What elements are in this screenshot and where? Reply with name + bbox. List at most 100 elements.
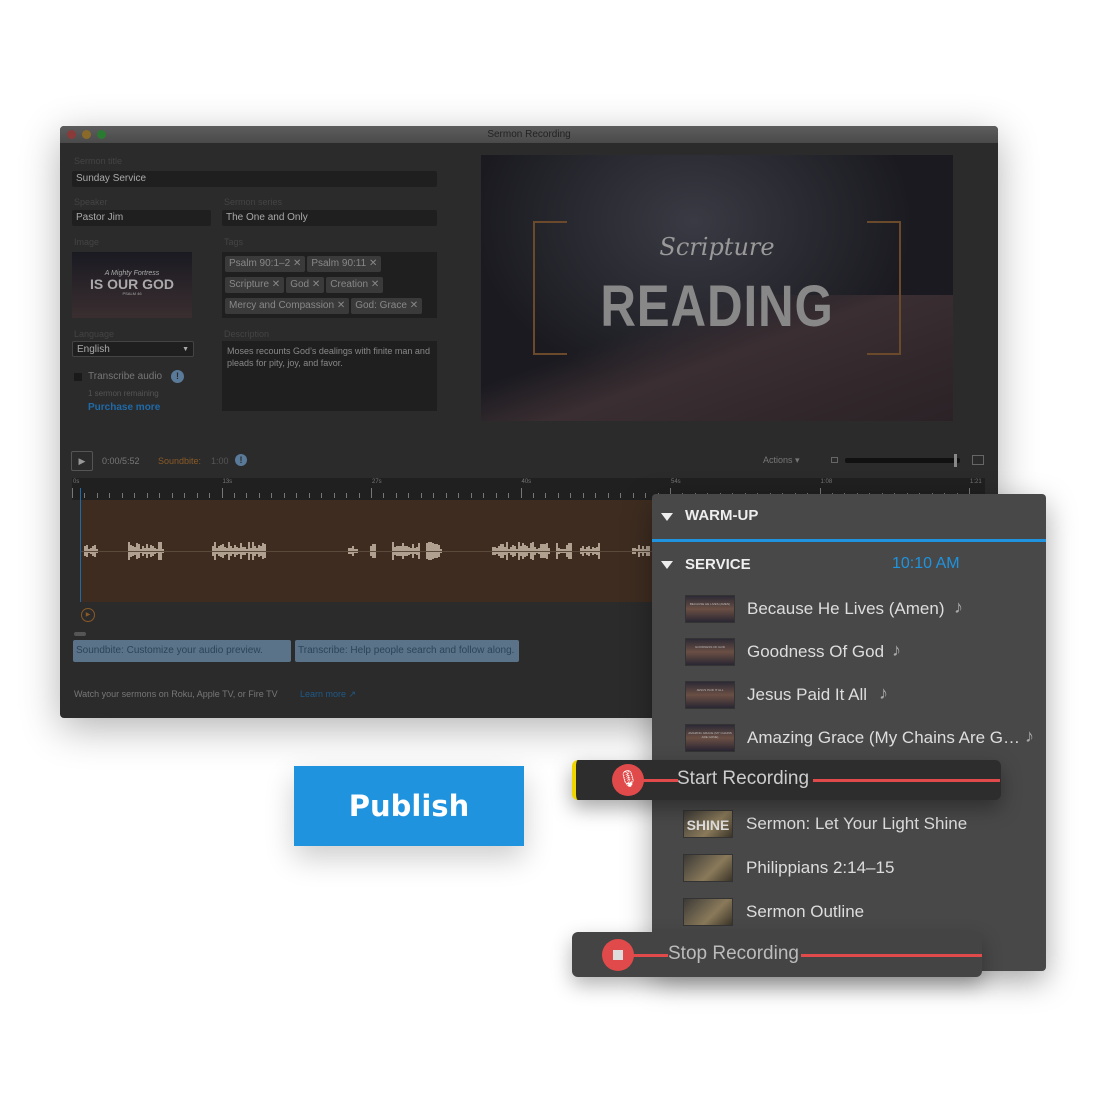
service-header[interactable]: SERVICE	[685, 556, 751, 573]
description-textarea[interactable]: Moses recounts God’s dealings with finit…	[222, 341, 437, 411]
minimize-button[interactable]	[82, 130, 91, 139]
tick-label: 1:08	[820, 479, 833, 485]
tick-mark	[196, 493, 198, 498]
tick-mark	[532, 493, 534, 498]
zoom-in-icon[interactable]	[972, 455, 984, 465]
remove-tag-icon[interactable]: ✕	[369, 258, 377, 269]
tick-mark	[72, 488, 73, 498]
info-icon[interactable]: !	[235, 454, 247, 466]
tick-mark	[495, 493, 497, 498]
tick-label: 13s	[222, 479, 233, 485]
plan-item[interactable]: Philippians 2:14–15	[652, 854, 1046, 884]
speaker-input[interactable]: Pastor Jim	[72, 210, 211, 226]
sermon-title-input[interactable]: Sunday Service	[72, 171, 437, 187]
start-recording-marker[interactable]: 🎙 Start Recording	[572, 760, 1001, 800]
tick-mark	[271, 493, 273, 498]
soundbite-label: Soundbite:	[158, 456, 202, 466]
tick-mark	[420, 493, 422, 498]
purchase-more-link[interactable]: Purchase more	[88, 402, 160, 413]
tag-label: Scripture	[229, 279, 270, 290]
tick-mark	[483, 493, 485, 498]
tick-mark	[582, 493, 584, 498]
actions-menu[interactable]: Actions ▾	[763, 455, 800, 466]
plan-item[interactable]: GOODNESS OF GOD Goodness Of God ♪	[652, 638, 1046, 668]
marker-line	[632, 954, 668, 957]
tick-mark	[246, 493, 248, 498]
external-link-icon: ↗	[348, 689, 357, 699]
remove-tag-icon[interactable]: ✕	[410, 300, 418, 311]
service-plan-panel: WARM-UP SERVICE 10:10 AM BECAUSE HE LIVE…	[652, 494, 1046, 971]
tick-label: 1:21	[970, 479, 982, 485]
tick-mark	[308, 493, 310, 498]
tick-mark	[632, 493, 634, 498]
item-title: Sermon: Let Your Light Shine	[746, 814, 968, 833]
tick-mark	[371, 488, 372, 498]
item-thumbnail: GOODNESS OF GOD	[685, 638, 735, 666]
stop-recording-marker[interactable]: Stop Recording	[572, 932, 982, 977]
remove-tag-icon[interactable]: ✕	[371, 279, 379, 290]
item-title: Sermon Outline	[746, 902, 865, 921]
tick-mark	[395, 493, 397, 498]
remove-tag-icon[interactable]: ✕	[312, 279, 320, 290]
remove-tag-icon[interactable]: ✕	[293, 258, 301, 269]
tick-mark	[233, 493, 235, 498]
remaining-text: 1 sermon remaining	[88, 389, 159, 398]
language-select[interactable]: English ▼	[72, 341, 194, 357]
collapse-triangle-icon[interactable]	[661, 561, 673, 569]
tick-mark	[645, 493, 647, 498]
tick-mark	[109, 493, 111, 498]
preview-image: Scripture READING	[481, 155, 953, 421]
microphone-icon[interactable]: 🎙	[612, 764, 644, 796]
warmup-header[interactable]: WARM-UP	[685, 507, 758, 524]
stop-icon[interactable]	[602, 939, 634, 971]
play-button[interactable]: ▶	[71, 451, 93, 471]
music-note-icon: ♪	[879, 683, 888, 703]
tick-mark	[470, 493, 472, 498]
plan-item[interactable]: JESUS PAID IT ALL Jesus Paid It All ♪	[652, 681, 1046, 711]
tick-mark	[121, 493, 123, 498]
description-label: Description	[224, 329, 270, 339]
zoom-out-icon[interactable]	[831, 457, 838, 463]
tag-label: God: Grace	[355, 300, 407, 311]
tick-mark	[333, 493, 335, 498]
playhead[interactable]	[80, 488, 81, 602]
chevron-down-icon: ▼	[182, 346, 189, 353]
plan-item[interactable]: BECAUSE HE LIVES (AMEN) Because He Lives …	[652, 595, 1046, 625]
marker-line	[801, 954, 982, 957]
preview-script: Scripture	[659, 233, 775, 261]
plan-item[interactable]: AMAZING GRACE (MY CHAINS ARE GONE) Amazin…	[652, 724, 1046, 754]
maximize-button[interactable]	[97, 130, 106, 139]
remove-tag-icon[interactable]: ✕	[337, 300, 345, 311]
handle	[74, 632, 86, 636]
tick-mark	[258, 493, 260, 498]
title-bar: Sermon Recording	[60, 126, 998, 143]
info-icon[interactable]: !	[171, 370, 184, 383]
tags-field[interactable]: Psalm 90:1–2 ✕ Psalm 90:11 ✕Scripture ✕ Go…	[222, 252, 437, 318]
transcribe-checkbox[interactable]	[74, 373, 82, 381]
learn-more-link[interactable]: Learn more ↗	[300, 689, 356, 700]
footer-text: Watch your sermons on Roku, Apple TV, or…	[74, 689, 278, 699]
tag-chip: Mercy and Compassion ✕	[225, 298, 350, 314]
sermon-image[interactable]: A Mighty Fortress IS OUR GOD PSALM 46	[72, 252, 192, 318]
collapse-triangle-icon[interactable]	[661, 513, 673, 521]
close-button[interactable]	[67, 130, 76, 139]
image-text: IS OUR GOD	[89, 276, 174, 292]
tag-label: Psalm 90:1–2	[229, 258, 291, 269]
plan-item[interactable]: Sermon Outline	[652, 898, 1046, 928]
tick-mark	[545, 493, 547, 498]
language-value: English	[77, 344, 110, 355]
start-recording-label: Start Recording	[677, 768, 810, 789]
zoom-slider[interactable]	[845, 454, 960, 467]
tick-mark	[358, 493, 360, 498]
plan-item[interactable]: SHINE Sermon: Let Your Light Shine	[652, 810, 1046, 840]
tag-chip: Psalm 90:11 ✕	[307, 256, 382, 272]
sermon-title-label: Sermon title	[74, 156, 123, 166]
item-thumbnail: SHINE	[683, 810, 733, 838]
soundbite-play-icon[interactable]: ▶	[81, 608, 95, 622]
publish-button[interactable]: Publish	[294, 766, 524, 846]
transcribe-tip[interactable]: Transcribe: Help people search and follo…	[295, 640, 519, 662]
series-input[interactable]: The One and Only	[222, 210, 437, 226]
remove-tag-icon[interactable]: ✕	[272, 279, 280, 290]
soundbite-tip[interactable]: Soundbite: Customize your audio preview.	[73, 640, 291, 662]
tick-mark	[408, 493, 410, 498]
